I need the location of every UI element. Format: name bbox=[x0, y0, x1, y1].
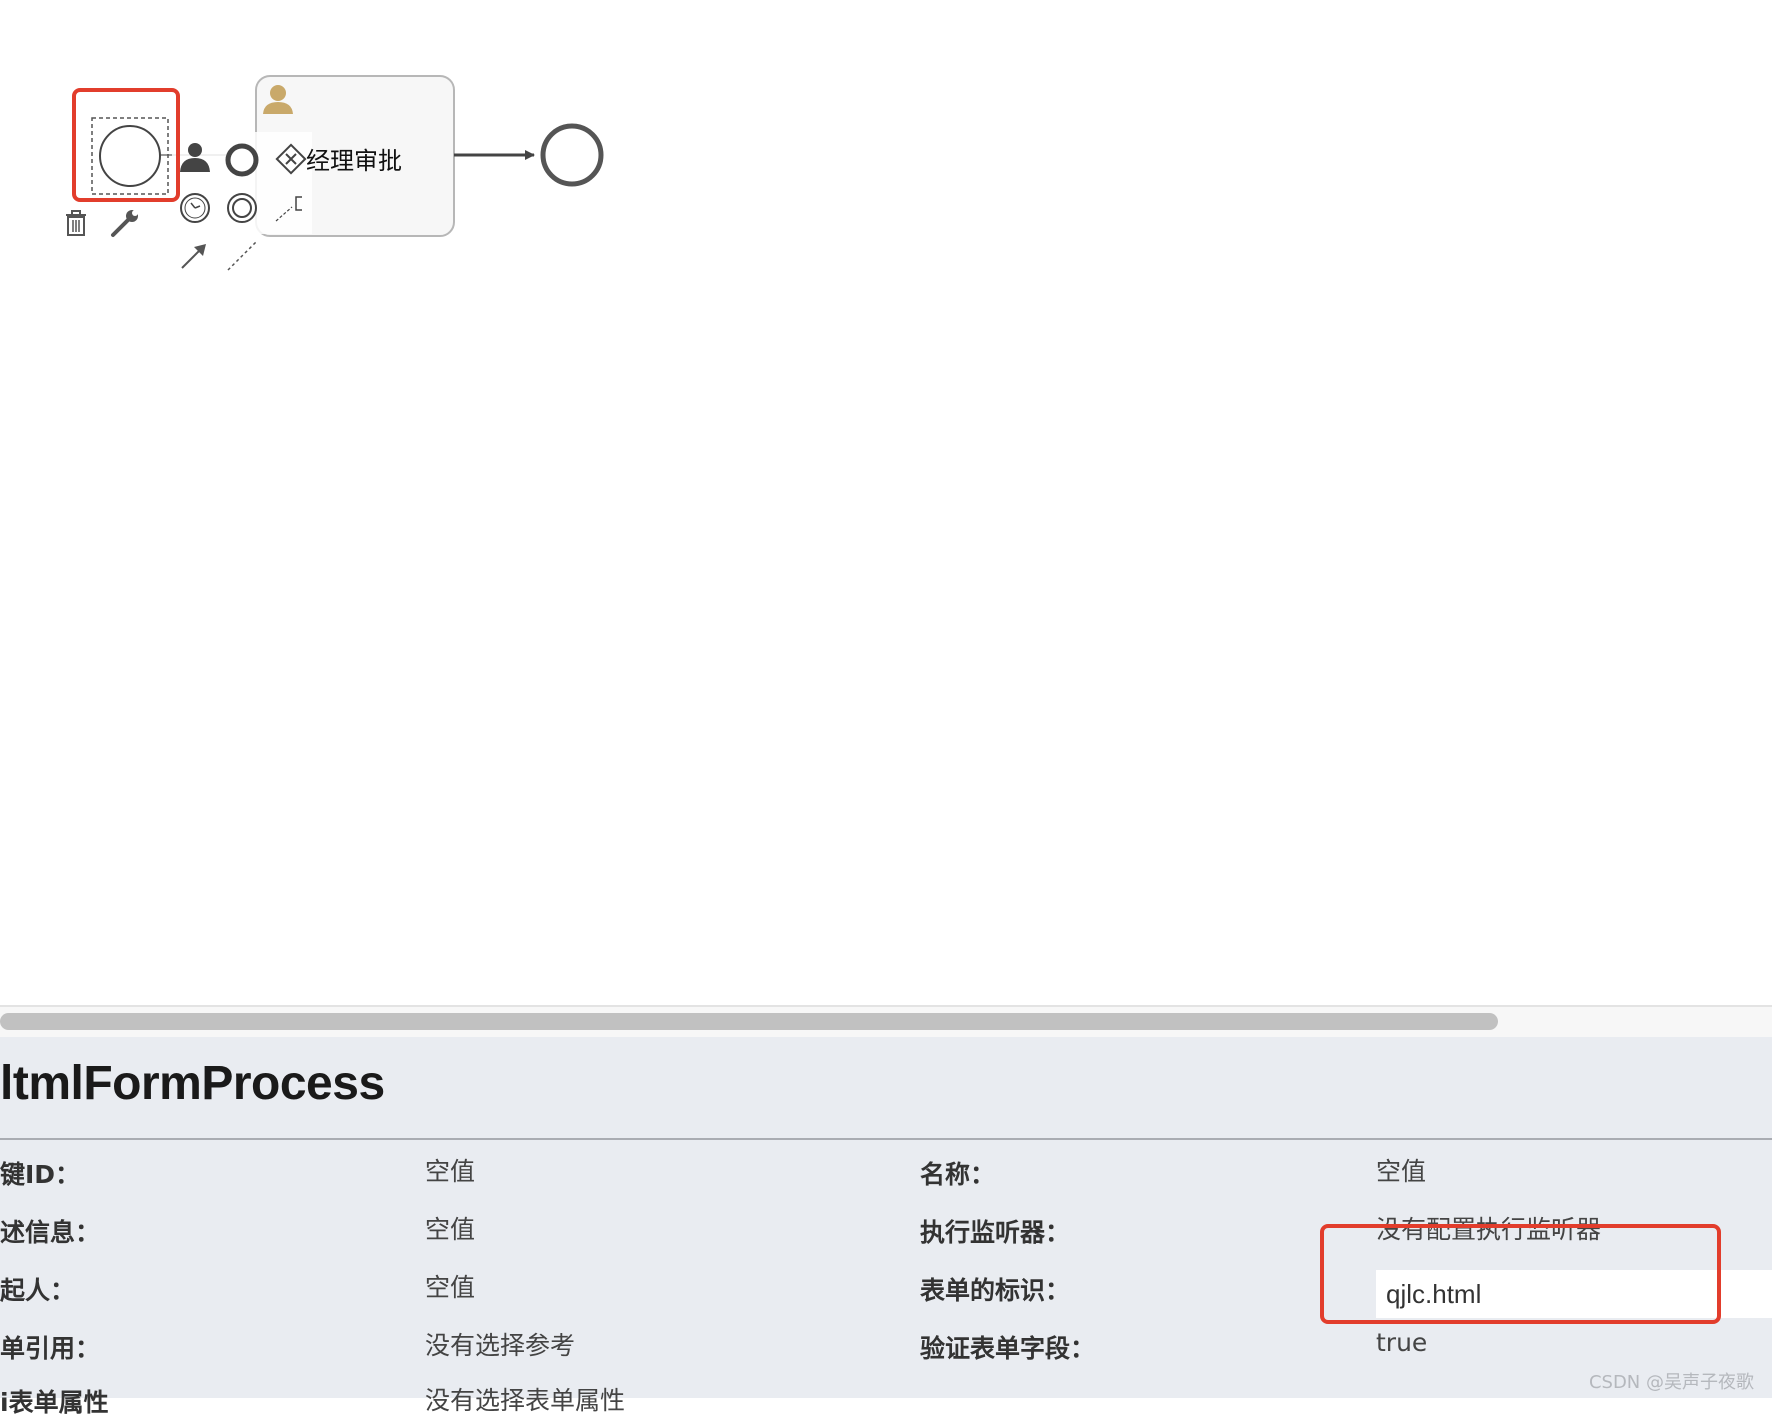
form-reference-label: 单引用： bbox=[0, 1334, 101, 1363]
form-key-label: 表单的标识： bbox=[920, 1276, 1071, 1305]
process-key-label: 键ID： bbox=[0, 1160, 81, 1189]
end-event[interactable] bbox=[540, 123, 604, 187]
watermark: CSDN @吴声子夜歌 bbox=[1588, 1372, 1754, 1393]
process-title: ltmlFormProcess bbox=[0, 1057, 385, 1110]
append-end-event-icon[interactable] bbox=[227, 193, 257, 223]
append-timer-event-icon[interactable] bbox=[180, 193, 210, 223]
form-reference-value[interactable]: 没有选择参考 bbox=[425, 1326, 575, 1362]
validate-form-fields-value[interactable]: true bbox=[1376, 1328, 1427, 1357]
highlight-start-event bbox=[72, 88, 180, 202]
description-label: 述信息： bbox=[0, 1218, 101, 1247]
initiator-value[interactable]: 空值 bbox=[425, 1268, 475, 1304]
description-value[interactable]: 空值 bbox=[425, 1210, 475, 1246]
user-task-label[interactable]: 经理审批 bbox=[306, 141, 402, 176]
highlight-form-key bbox=[1320, 1224, 1721, 1324]
execution-listeners-label: 执行监听器： bbox=[920, 1218, 1071, 1247]
wrench-icon[interactable] bbox=[111, 210, 138, 237]
delete-icon[interactable] bbox=[66, 210, 86, 236]
validate-form-fields-label: 验证表单字段： bbox=[920, 1334, 1096, 1363]
initiator-label: 起人： bbox=[0, 1276, 76, 1305]
append-intermediate-event-icon[interactable] bbox=[225, 143, 259, 177]
connect-arrow-icon[interactable] bbox=[181, 244, 206, 269]
horizontal-scrollbar-thumb[interactable] bbox=[0, 1013, 1498, 1030]
name-value[interactable]: 空值 bbox=[1376, 1152, 1426, 1188]
form-properties-label: i表单属性 bbox=[0, 1388, 109, 1417]
title-divider bbox=[0, 1138, 1772, 1140]
bpmn-diagram bbox=[66, 75, 604, 271]
process-canvas[interactable]: 经理审批 bbox=[0, 0, 1772, 1005]
form-properties-value[interactable]: 没有选择表单属性 bbox=[425, 1381, 625, 1417]
association-icon[interactable] bbox=[227, 241, 257, 271]
process-key-value[interactable]: 空值 bbox=[425, 1152, 475, 1188]
name-label: 名称： bbox=[920, 1160, 996, 1189]
